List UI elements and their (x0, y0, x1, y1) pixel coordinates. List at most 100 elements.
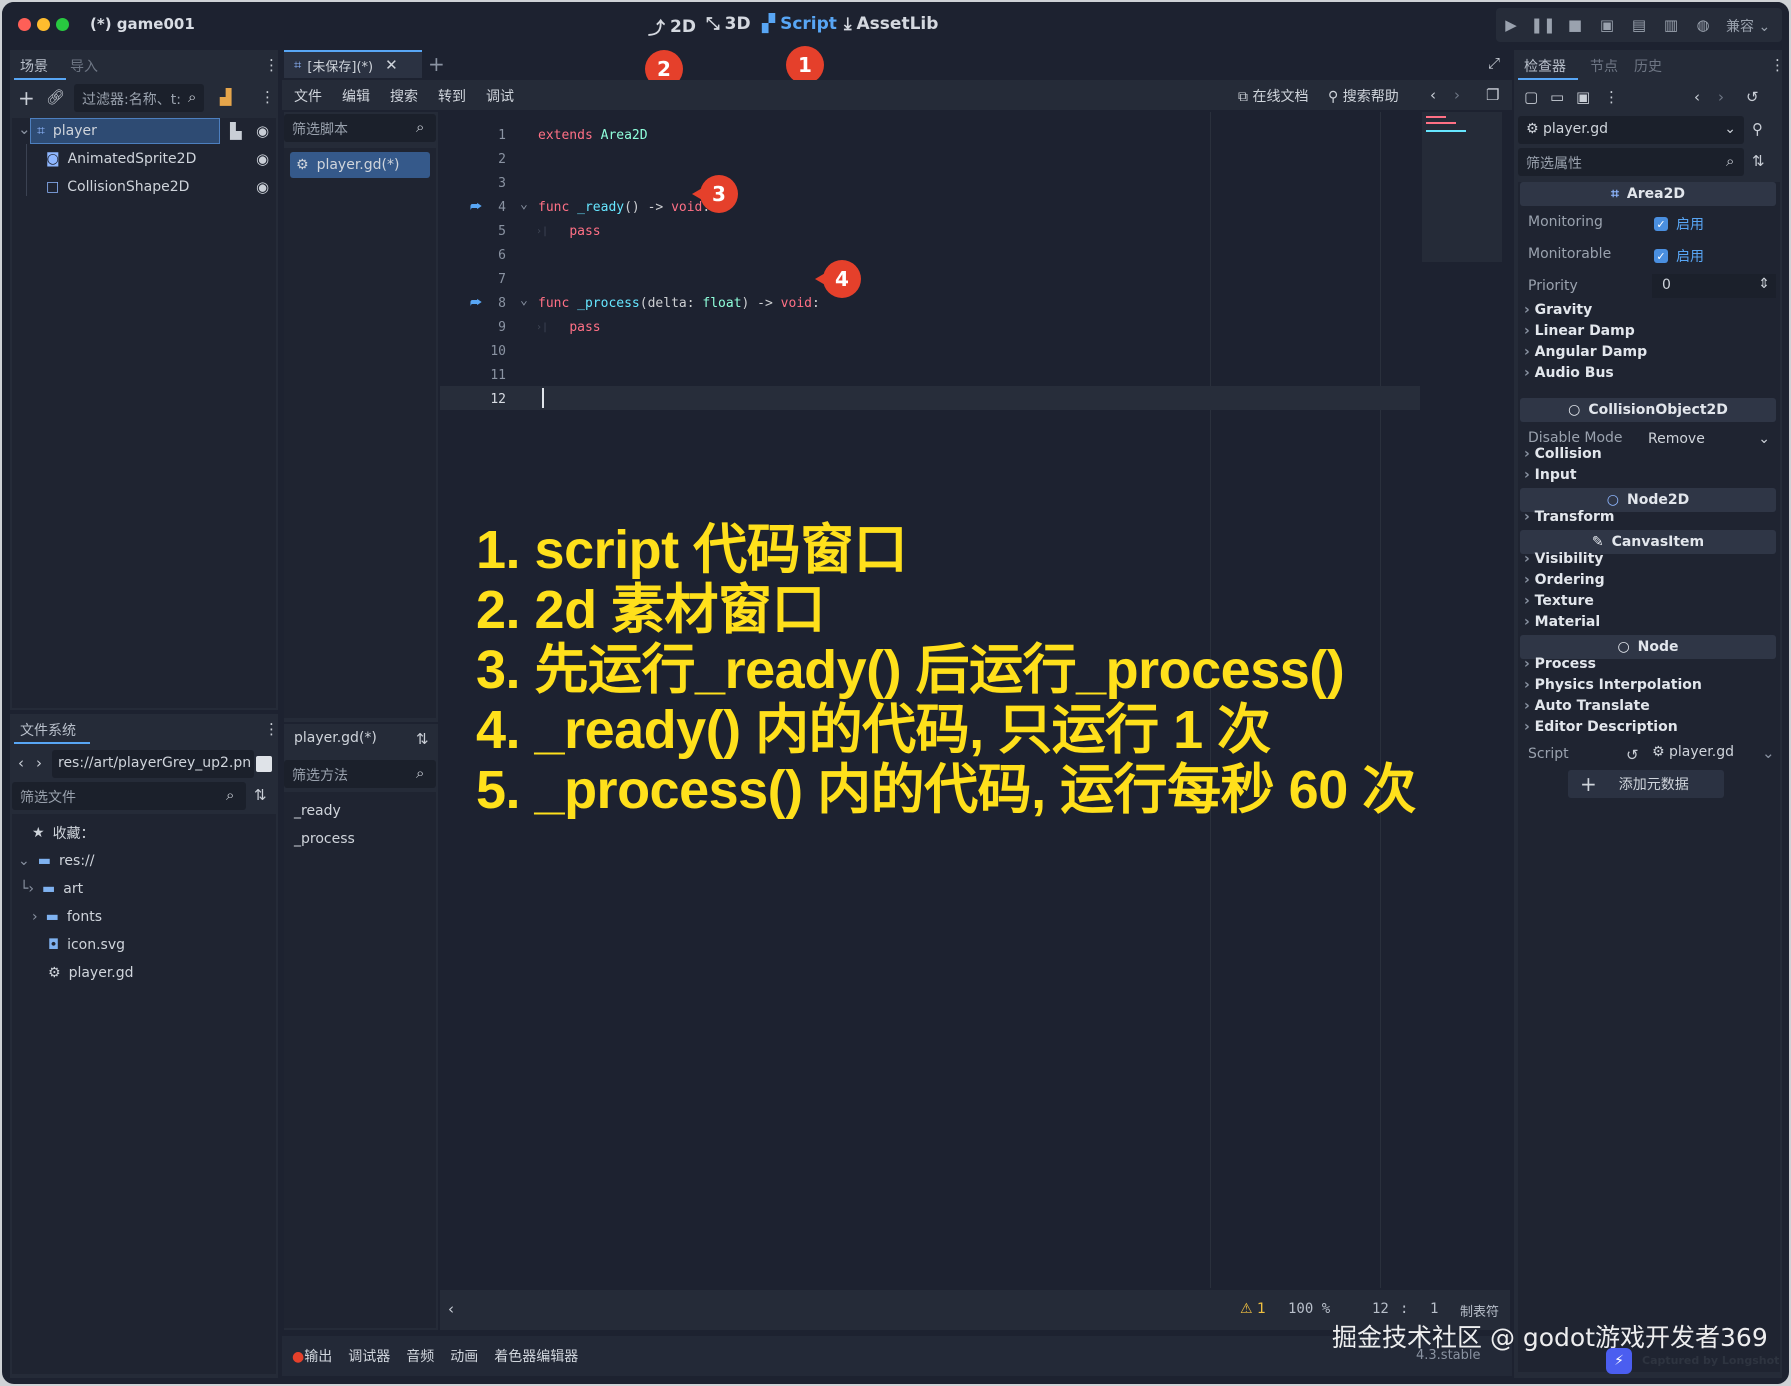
tab-import[interactable]: 导入 (70, 56, 98, 76)
menu-file[interactable]: 文件 (294, 86, 322, 106)
tree-item-animatedsprite2d[interactable]: ◙ AnimatedSprite2D (46, 146, 196, 172)
history-back-icon[interactable]: ‹ (1694, 88, 1700, 106)
folder-res[interactable]: ⌄ ▬ res:// (18, 848, 94, 874)
attach-script-icon[interactable]: ▟ (220, 88, 232, 106)
code-line[interactable]: 2 (440, 148, 1420, 172)
method-filter-input[interactable]: 筛选方法 (284, 760, 436, 788)
property-section-angular-damp[interactable]: › Angular Damp (1524, 344, 1647, 360)
code-line[interactable]: 6 (440, 244, 1420, 268)
distraction-free-icon[interactable]: ⤢ (1488, 54, 1500, 72)
maximize-window-button[interactable] (56, 18, 69, 31)
new-resource-icon[interactable]: ▢ (1524, 88, 1538, 106)
save-icon[interactable]: ▣ (1576, 88, 1590, 106)
node-info-icon[interactable]: ⚲ (1752, 120, 1763, 138)
sort-icon[interactable]: ⇅ (416, 730, 429, 748)
favorites-item[interactable]: ★ 收藏： (32, 820, 95, 846)
signal-connection-icon[interactable]: ⮫ (470, 292, 482, 316)
warnings-indicator[interactable]: ⚠ 1 (1240, 1301, 1266, 1317)
reload-icon[interactable]: ↺ (1626, 746, 1639, 764)
object-history-icon[interactable]: ↺ (1746, 88, 1759, 106)
forward-icon[interactable]: › (36, 754, 42, 772)
script-property-value[interactable]: ⚙ player.gd (1652, 744, 1734, 760)
menu-debug[interactable]: 调试 (486, 86, 514, 106)
history-back-icon[interactable]: ‹ (1430, 86, 1436, 104)
visibility-eye-icon[interactable]: ◉ (256, 150, 269, 168)
float-window-icon[interactable]: ❐ (1486, 86, 1499, 104)
mode-2d-button[interactable]: ⤴ 2D (648, 14, 696, 40)
dock-menu-icon[interactable]: ⋮ (264, 720, 279, 738)
scene-tab[interactable]: ⌗ [未保存](*) ✕ (284, 50, 422, 78)
code-line[interactable]: ⮫ 4 ⌄ func _ready() -> void: (440, 196, 1420, 220)
edited-resource-select[interactable]: ⚙ player.gd ⌄ (1518, 116, 1744, 144)
property-section-input[interactable]: › Input (1524, 467, 1577, 483)
menu-goto[interactable]: 转到 (438, 86, 466, 106)
minimize-window-button[interactable] (37, 18, 50, 31)
script-filter-input[interactable]: 筛选脚本 (284, 114, 436, 142)
remote-debug-icon[interactable]: ▣ (1594, 14, 1620, 36)
movie-maker-icon[interactable]: ◍ (1690, 14, 1716, 36)
resource-menu-icon[interactable]: ⋮ (1604, 88, 1619, 106)
toggle-scripts-panel-icon[interactable]: ‹ (448, 1300, 454, 1318)
property-section-ordering[interactable]: › Ordering (1524, 572, 1605, 588)
history-forward-icon[interactable]: › (1454, 86, 1460, 104)
code-editor[interactable]: 1 extends Area2D 2 3 ⮫ 4 ⌄ func _ready() -> voi… (440, 112, 1510, 1288)
tab-animation[interactable]: 动画 (450, 1346, 478, 1366)
history-forward-icon[interactable]: › (1718, 88, 1724, 106)
mode-3d-button[interactable]: ⤡ 3D (706, 14, 751, 34)
visibility-eye-icon[interactable]: ◉ (256, 122, 269, 140)
menu-edit[interactable]: 编辑 (342, 86, 370, 106)
section-area2d[interactable]: ⌗ Area2D (1520, 182, 1776, 206)
visibility-eye-icon[interactable]: ◉ (256, 178, 269, 196)
code-line[interactable]: 7 (440, 268, 1420, 292)
tab-inspector[interactable]: 检查器 (1524, 56, 1566, 76)
close-window-button[interactable] (18, 18, 31, 31)
scene-filter-input[interactable]: 过滤器:名称、t: (74, 84, 204, 112)
script-item[interactable]: ⚙ player.gd(*) (290, 152, 430, 178)
property-section-gravity[interactable]: › Gravity (1524, 302, 1592, 318)
tab-debugger[interactable]: 调试器 (348, 1346, 390, 1366)
fold-icon[interactable]: ⌄ (520, 193, 528, 217)
property-section-auto-translate[interactable]: › Auto Translate (1524, 698, 1650, 714)
mode-script-button[interactable]: ▞ Script (762, 14, 837, 34)
folder-art[interactable]: └› ▬ art (20, 876, 83, 902)
play-scene-icon[interactable]: ▤ (1626, 14, 1652, 36)
menu-search[interactable]: 搜索 (390, 86, 418, 106)
disable-mode-select[interactable]: Remove ⌄ (1648, 428, 1776, 452)
play-custom-scene-icon[interactable]: ▥ (1658, 14, 1684, 36)
tab-filesystem[interactable]: 文件系统 (20, 720, 76, 740)
close-tab-icon[interactable]: ✕ (385, 56, 398, 74)
code-line[interactable]: 10 (440, 340, 1420, 364)
file-player-gd[interactable]: ⚙ player.gd (48, 960, 134, 986)
zoom-level[interactable]: 100 % (1288, 1301, 1330, 1317)
monitoring-checkbox[interactable]: ✓ 启用 (1654, 214, 1704, 234)
collapse-icon[interactable]: ⌄ (18, 120, 31, 138)
code-line[interactable]: 11 (440, 364, 1420, 388)
renderer-select[interactable]: 兼容 ⌄ (1726, 16, 1770, 36)
method-item[interactable]: _process (294, 826, 355, 852)
add-metadata-button[interactable]: + 添加元数据 (1568, 770, 1724, 798)
section-collisionobject2d[interactable]: ○ CollisionObject2D (1520, 398, 1776, 422)
minimap[interactable] (1422, 112, 1502, 262)
play-icon[interactable]: ▶ (1498, 14, 1524, 36)
scene-menu-icon[interactable]: ⋮ (260, 88, 275, 106)
tree-item-player[interactable]: ⌗ player (30, 118, 220, 144)
property-options-icon[interactable]: ⇅ (1752, 152, 1765, 170)
open-folder-icon[interactable]: ▭ (1550, 88, 1564, 106)
tab-output[interactable]: ●输出 (292, 1346, 332, 1366)
add-node-icon[interactable]: + (18, 86, 35, 110)
code-line[interactable]: 5 ›| pass (440, 220, 1420, 244)
monitorable-checkbox[interactable]: ✓ 启用 (1654, 246, 1704, 266)
tab-scene[interactable]: 场景 (20, 56, 48, 76)
mode-assetlib-button[interactable]: ⤓ AssetLib (844, 14, 938, 34)
property-section-visibility[interactable]: › Visibility (1524, 551, 1603, 567)
code-line[interactable]: 1 extends Area2D (440, 124, 1420, 148)
link-icon[interactable]: 🔗︎ (46, 88, 65, 106)
online-docs-button[interactable]: ⧉ 在线文档 (1238, 86, 1308, 106)
code-line[interactable]: 3 (440, 172, 1420, 196)
file-filter-input[interactable]: 筛选文件 (12, 782, 246, 810)
code-line[interactable]: ⮫ 8 ⌄ func _process(delta: float) -> void: (440, 292, 1420, 316)
tab-history[interactable]: 历史 (1634, 56, 1662, 76)
tab-shader-editor[interactable]: 着色器编辑器 (494, 1346, 578, 1366)
pause-icon[interactable]: ❚❚ (1530, 14, 1556, 36)
dock-menu-icon[interactable]: ⋮ (1770, 56, 1785, 74)
